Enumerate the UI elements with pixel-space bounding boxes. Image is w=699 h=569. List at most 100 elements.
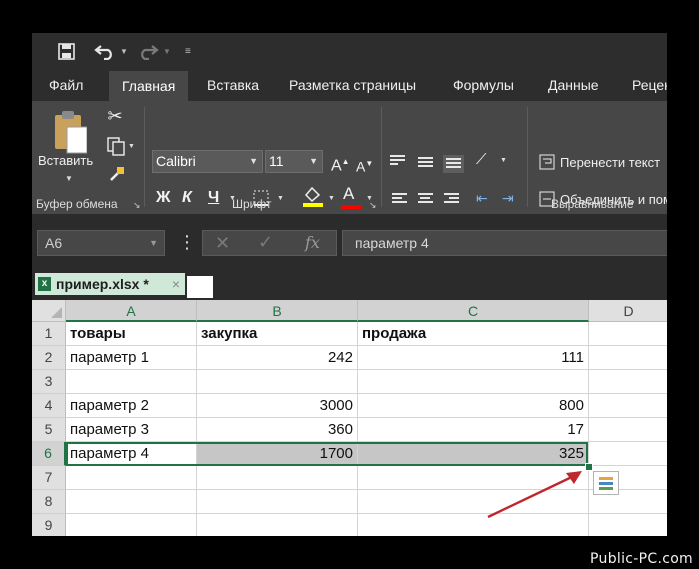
column-header-b[interactable]: B [197,300,358,322]
cell-c4[interactable]: 800 [358,394,589,418]
column-header-c[interactable]: C [358,300,589,322]
row-header[interactable]: 1 [32,322,66,346]
undo-icon[interactable] [94,42,116,60]
font-size-combo[interactable]: 11 ▼ [265,150,323,173]
orientation-icon[interactable]: ⟋ [476,151,487,169]
cell-a5[interactable]: параметр 3 [66,418,197,442]
customize-toolbar-icon[interactable]: ≡ [185,46,191,57]
paste-icon[interactable] [53,109,87,155]
column-header-d[interactable]: D [589,300,667,322]
save-icon[interactable] [58,43,75,60]
close-tab-icon[interactable]: × [172,273,180,295]
cell-d2[interactable] [589,346,667,370]
tab-home[interactable]: Главная [109,71,189,101]
undo-dropdown-icon[interactable]: ▼ [120,47,128,56]
copy-dropdown-icon[interactable]: ▼ [128,143,135,150]
cell-d9[interactable] [589,514,667,536]
cell-a2[interactable]: параметр 1 [66,346,197,370]
cell-b7[interactable] [197,466,358,490]
align-right-icon[interactable] [444,193,459,205]
cell-b3[interactable] [197,370,358,394]
row-header[interactable]: 4 [32,394,66,418]
name-box[interactable]: A6 ▼ [37,230,165,256]
cell-b4[interactable]: 3000 [197,394,358,418]
new-tab-button[interactable] [187,276,213,298]
quick-analysis-button[interactable] [593,471,619,495]
shrink-font-button[interactable]: A▼ [356,155,373,176]
cell-a3[interactable] [66,370,197,394]
tab-data[interactable]: Данные [548,77,599,93]
fill-color-dropdown-icon[interactable]: ▼ [328,195,335,202]
cell-d3[interactable] [589,370,667,394]
tab-formulas[interactable]: Формулы [453,77,514,93]
cell-c5[interactable]: 17 [358,418,589,442]
wrap-text-button[interactable]: Перенести текст [560,155,660,170]
wrap-text-icon[interactable] [539,154,555,170]
row-header[interactable]: 8 [32,490,66,514]
align-top-icon[interactable] [390,155,405,167]
font-group-label: Шрифт [232,197,272,211]
chevron-down-icon: ▼ [309,156,318,166]
tab-insert[interactable]: Вставка [207,77,259,93]
format-painter-icon[interactable] [108,165,126,183]
cancel-icon[interactable]: ✕ [215,233,230,254]
cell-b2[interactable]: 242 [197,346,358,370]
cell-a7[interactable] [66,466,197,490]
font-size-value: 11 [269,153,284,169]
formula-input[interactable]: параметр 4 [342,230,667,256]
cell-d6[interactable] [589,442,667,466]
cell-b9[interactable] [197,514,358,536]
cell-b5[interactable]: 360 [197,418,358,442]
cell-b1[interactable]: закупка [197,322,358,346]
redo-icon[interactable] [137,42,159,60]
bold-button[interactable]: Ж [156,189,170,207]
more-options-icon[interactable]: ⋮ [178,232,196,252]
decrease-indent-icon[interactable]: ⇤ [476,189,488,207]
row-header[interactable]: 7 [32,466,66,490]
align-center-icon[interactable] [418,193,433,205]
select-all-button[interactable] [32,300,66,322]
row-header[interactable]: 5 [32,418,66,442]
align-middle-icon[interactable] [418,157,433,169]
cell-c2[interactable]: 111 [358,346,589,370]
cell-d5[interactable] [589,418,667,442]
cell-a8[interactable] [66,490,197,514]
row-header[interactable]: 9 [32,514,66,536]
column-header-a[interactable]: A [66,300,197,322]
tab-page-layout[interactable]: Разметка страницы [289,77,416,93]
align-bottom-icon[interactable] [443,155,464,173]
cell-c3[interactable] [358,370,589,394]
grow-font-button[interactable]: A▲ [331,153,350,175]
font-color-button[interactable]: A [343,185,354,203]
cell-c1[interactable]: продажа [358,322,589,346]
align-left-icon[interactable] [392,193,407,205]
redo-dropdown-icon[interactable]: ▼ [163,47,171,56]
underline-button[interactable]: Ч [208,189,219,207]
workbook-tab[interactable]: x пример.xlsx * × [35,273,185,295]
cell-b8[interactable] [197,490,358,514]
font-name-combo[interactable]: Calibri ▼ [152,150,263,173]
tab-file[interactable]: Файл [49,77,83,93]
tab-review[interactable]: Рецен [632,77,667,93]
enter-icon[interactable]: ✓ [258,232,273,253]
borders-dropdown-icon[interactable]: ▼ [277,195,284,202]
orientation-dropdown-icon[interactable]: ▼ [500,157,507,164]
cell-a9[interactable] [66,514,197,536]
increase-indent-icon[interactable]: ⇥ [502,189,514,207]
cell-a4[interactable]: параметр 2 [66,394,197,418]
italic-button[interactable]: К [182,189,192,207]
fill-color-icon[interactable] [302,185,324,207]
paste-dropdown-icon[interactable]: ▼ [65,174,73,183]
row-header[interactable]: 6 [32,442,66,466]
paste-label[interactable]: Вставить [38,153,93,168]
cell-d1[interactable] [589,322,667,346]
cell-a1[interactable]: товары [66,322,197,346]
row-header[interactable]: 3 [32,370,66,394]
font-launcher-icon[interactable]: ↘ [369,200,377,211]
insert-function-button[interactable]: fx [305,233,320,252]
row-header[interactable]: 2 [32,346,66,370]
cell-d4[interactable] [589,394,667,418]
cut-icon[interactable]: ✂ [105,107,125,125]
copy-icon[interactable] [107,137,127,157]
clipboard-launcher-icon[interactable]: ↘ [133,200,141,211]
